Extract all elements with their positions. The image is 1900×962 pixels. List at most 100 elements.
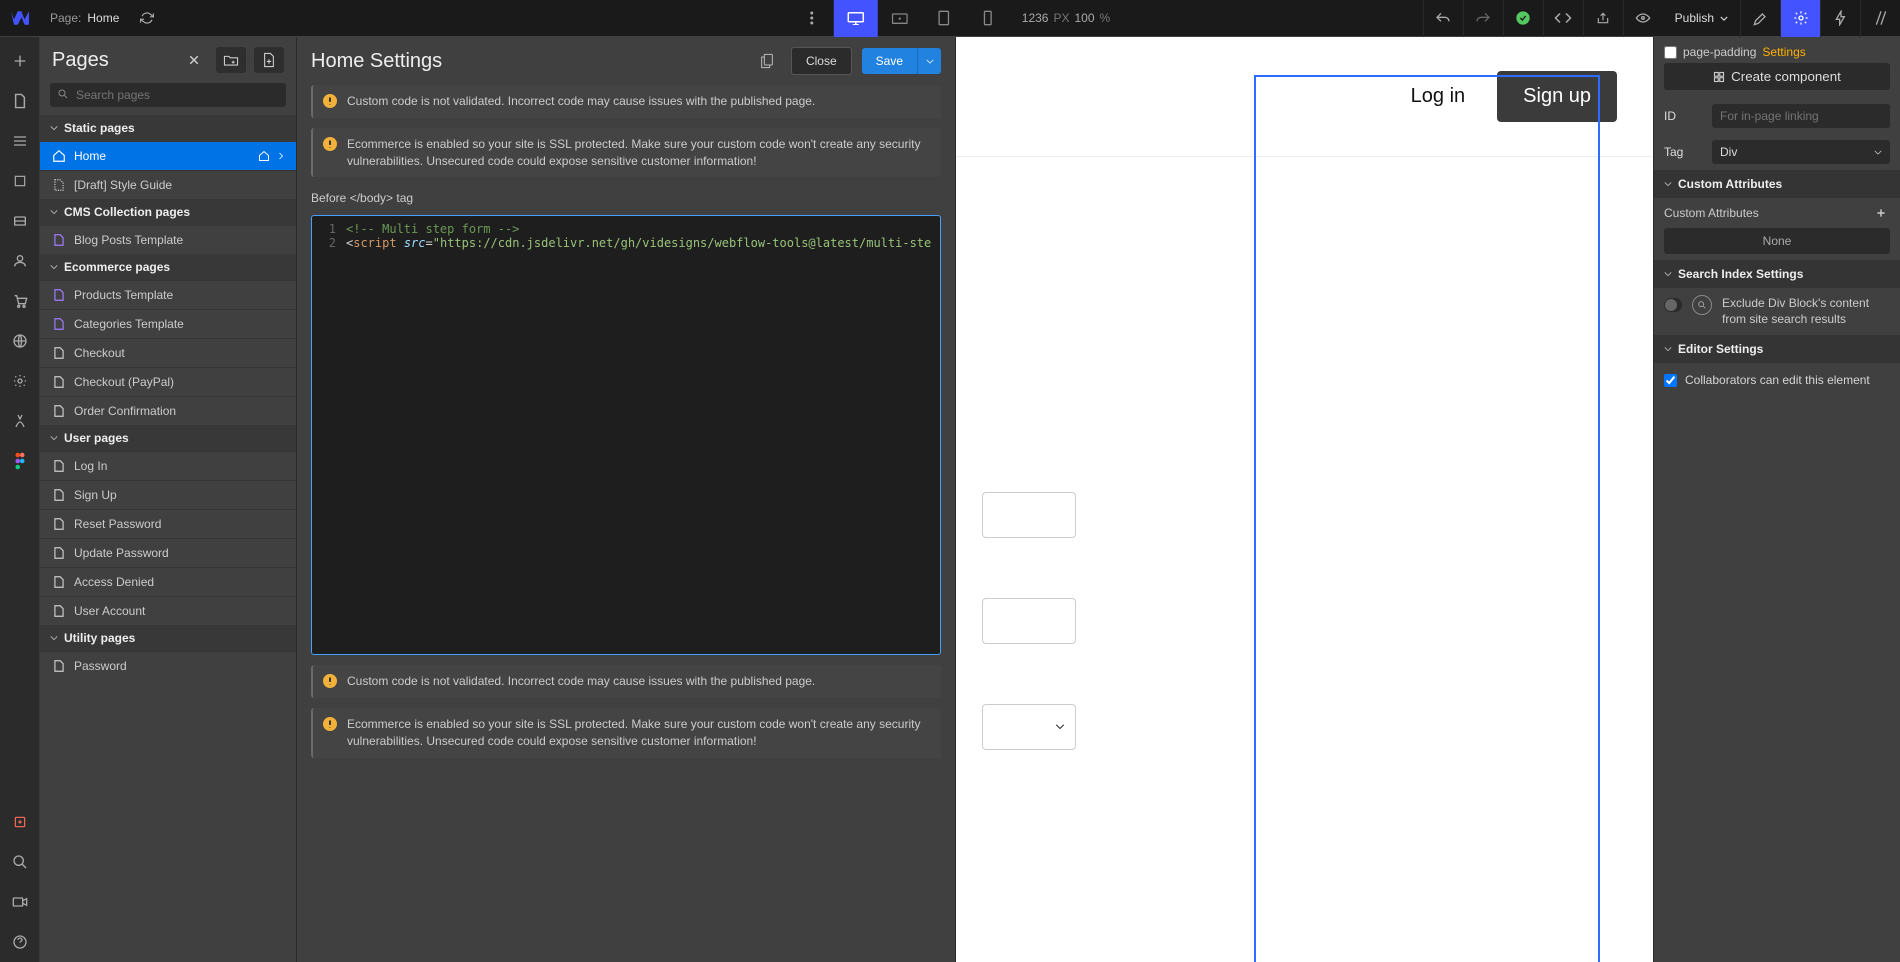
- close-button[interactable]: Close: [791, 47, 852, 75]
- copy-page-button[interactable]: [753, 48, 781, 74]
- search-button[interactable]: [0, 842, 40, 882]
- page-label: [Draft] Style Guide: [74, 178, 172, 192]
- editor-settings-section[interactable]: Editor Settings: [1654, 335, 1900, 363]
- canvas-dimensions[interactable]: 1236 PX 100 %: [1022, 11, 1110, 25]
- refresh-button[interactable]: [129, 0, 165, 37]
- page-item[interactable]: Reset Password: [40, 509, 296, 538]
- settings-tool-button[interactable]: [1780, 0, 1820, 37]
- page-item[interactable]: Log In: [40, 451, 296, 480]
- new-page-button[interactable]: [254, 47, 284, 73]
- user-label: User pages: [64, 431, 129, 445]
- tag-select[interactable]: Div: [1712, 140, 1890, 164]
- save-button[interactable]: Save: [862, 48, 917, 74]
- help-button[interactable]: [0, 922, 40, 962]
- users-button[interactable]: [0, 241, 40, 281]
- static-pages-section[interactable]: Static pages: [40, 115, 296, 141]
- page-blog-posts[interactable]: Blog Posts Template: [40, 225, 296, 254]
- page-item[interactable]: Access Denied: [40, 567, 296, 596]
- cms-pages-section[interactable]: CMS Collection pages: [40, 199, 296, 225]
- page-indicator[interactable]: Page: Home: [40, 11, 129, 25]
- element-breadcrumb[interactable]: page-padding Settings: [1654, 37, 1900, 63]
- add-attribute-button[interactable]: [1872, 204, 1890, 222]
- page-item[interactable]: Products Template: [40, 280, 296, 309]
- device-switcher: 1236 PX 100 %: [790, 0, 1110, 37]
- collab-checkbox[interactable]: [1664, 374, 1677, 387]
- no-attributes: None: [1664, 228, 1890, 254]
- page-icon: [52, 404, 66, 418]
- chevron-down-icon: [1874, 150, 1882, 155]
- signup-button[interactable]: Sign up: [1497, 71, 1617, 122]
- device-tablet-wide[interactable]: [878, 0, 922, 37]
- form-select[interactable]: [982, 704, 1076, 750]
- redo-button[interactable]: [1463, 0, 1503, 37]
- page-icon: [52, 459, 66, 473]
- canvas[interactable]: Log in Sign up: [956, 37, 1653, 962]
- publish-button[interactable]: Publish: [1663, 11, 1740, 25]
- chevron-right-icon: [278, 151, 284, 161]
- page-item[interactable]: User Account: [40, 596, 296, 625]
- form-field-2[interactable]: [982, 598, 1076, 644]
- components-button[interactable]: [0, 161, 40, 201]
- page-item[interactable]: Checkout (PayPal): [40, 367, 296, 396]
- device-tablet[interactable]: [922, 0, 966, 37]
- apps-button[interactable]: [0, 401, 40, 441]
- utility-pages-section[interactable]: Utility pages: [40, 625, 296, 651]
- page-item[interactable]: Password: [40, 651, 296, 680]
- interactions-tool-button[interactable]: [1820, 0, 1860, 37]
- center-column: Home Settings Close Save Custom code is …: [297, 37, 1653, 962]
- ecom-pages-section[interactable]: Ecommerce pages: [40, 254, 296, 280]
- user-pages-section[interactable]: User pages: [40, 425, 296, 451]
- add-element-button[interactable]: [0, 41, 40, 81]
- login-link[interactable]: Log in: [1395, 73, 1482, 120]
- pages-scroll[interactable]: Static pages Home [Draft] Style Guide CM…: [40, 115, 296, 962]
- create-component-button[interactable]: Create component: [1664, 63, 1890, 90]
- search-index-section[interactable]: Search Index Settings: [1654, 260, 1900, 288]
- project-settings-button[interactable]: [0, 361, 40, 401]
- element-class-name: page-padding: [1683, 45, 1756, 59]
- ecommerce-button[interactable]: [0, 281, 40, 321]
- page-draft-icon: [52, 178, 66, 192]
- page-draft-style-guide[interactable]: [Draft] Style Guide: [40, 170, 296, 199]
- page-item[interactable]: Update Password: [40, 538, 296, 567]
- custom-attributes-section[interactable]: Custom Attributes: [1654, 170, 1900, 198]
- id-input[interactable]: [1712, 104, 1890, 128]
- page-item[interactable]: Sign Up: [40, 480, 296, 509]
- code-editor[interactable]: 1<!-- Multi step form -->2<script src="h…: [311, 215, 941, 655]
- custom-attributes-block: Custom Attributes None: [1654, 198, 1900, 260]
- form-field-1[interactable]: [982, 492, 1076, 538]
- element-checkbox[interactable]: [1664, 46, 1677, 59]
- page-item[interactable]: Categories Template: [40, 309, 296, 338]
- grid-tool-button[interactable]: [1860, 0, 1900, 37]
- page-label: User Account: [74, 604, 145, 618]
- pages-nav-button[interactable]: [0, 81, 40, 121]
- brush-tool-button[interactable]: [1740, 0, 1780, 37]
- cms-button[interactable]: [0, 201, 40, 241]
- save-dropdown[interactable]: [917, 48, 941, 74]
- page-home[interactable]: Home: [40, 141, 296, 170]
- page-settings-panel: Home Settings Close Save Custom code is …: [297, 37, 956, 962]
- search-circle-icon: [1692, 295, 1712, 315]
- video-help-button[interactable]: [0, 882, 40, 922]
- device-mobile[interactable]: [966, 0, 1010, 37]
- figma-button[interactable]: [0, 441, 40, 481]
- code-section-label: Before </body> tag: [311, 191, 941, 205]
- undo-button[interactable]: [1423, 0, 1463, 37]
- assets-button[interactable]: [0, 321, 40, 361]
- page-item[interactable]: Checkout: [40, 338, 296, 367]
- audit-button[interactable]: [0, 802, 40, 842]
- navigator-button[interactable]: [0, 121, 40, 161]
- share-button[interactable]: [1583, 0, 1623, 37]
- page-item[interactable]: Order Confirmation: [40, 396, 296, 425]
- chevron-down-icon: [1664, 270, 1672, 278]
- webflow-logo[interactable]: [0, 0, 40, 37]
- more-breakpoints-button[interactable]: [790, 0, 834, 37]
- new-folder-button[interactable]: [216, 47, 246, 73]
- device-desktop[interactable]: [834, 0, 878, 37]
- close-panel-button[interactable]: [180, 47, 208, 73]
- preview-button[interactable]: [1623, 0, 1663, 37]
- code-export-button[interactable]: [1543, 0, 1583, 37]
- canvas-body: [956, 157, 1653, 750]
- exclude-toggle[interactable]: [1664, 298, 1682, 312]
- search-pages-input[interactable]: [50, 83, 286, 107]
- status-ok-icon[interactable]: [1503, 0, 1543, 37]
